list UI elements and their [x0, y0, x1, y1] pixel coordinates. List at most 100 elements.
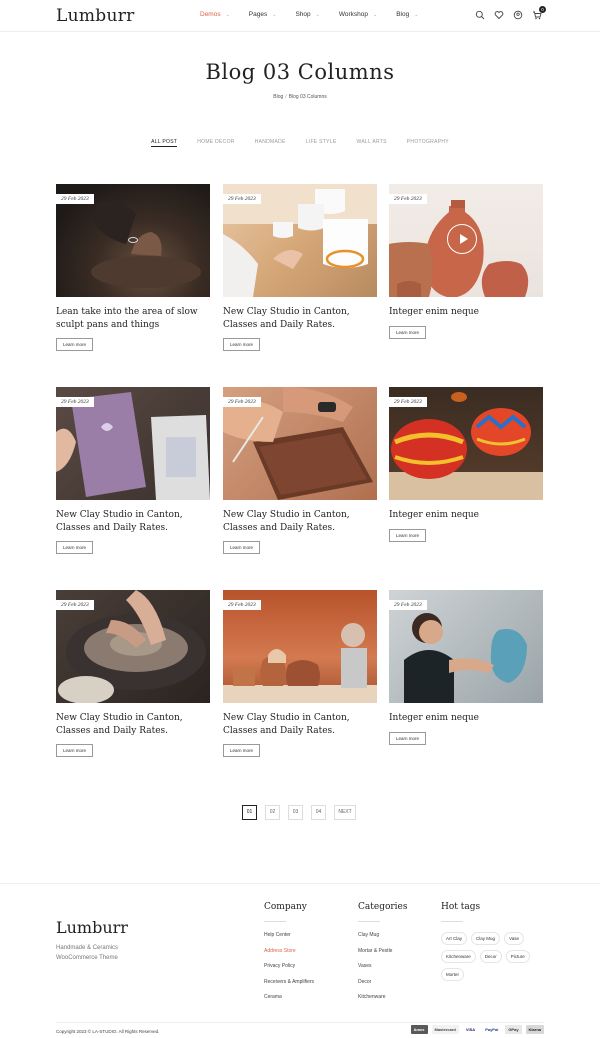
page-title: Blog 03 Columns	[205, 60, 395, 84]
footer-link[interactable]: Receivers & Amplifiers	[264, 979, 314, 995]
tag-chip[interactable]: Kitchenware	[441, 950, 476, 963]
heading-divider	[441, 921, 463, 922]
footer-link[interactable]: Mortar & Pestle	[358, 948, 408, 964]
heading-divider	[358, 921, 380, 922]
footer-link[interactable]: Vases	[358, 963, 408, 979]
learn-more-button[interactable]: Learn more	[56, 744, 94, 757]
page-button[interactable]: 03	[288, 805, 303, 820]
pagination: 01 02 03 04 NEXT	[242, 805, 364, 820]
learn-more-button[interactable]: Learn more	[56, 338, 94, 351]
post-thumbnail[interactable]: 29 Feb 2023	[389, 590, 543, 703]
footer-link[interactable]: Help Center	[264, 932, 314, 948]
post-thumbnail[interactable]: 29 Feb 2023	[56, 387, 210, 500]
footer-link[interactable]: Kitchenware	[358, 994, 408, 1010]
footer-column-heading: Categories	[358, 902, 408, 912]
nav-item-demos[interactable]: Demos ⌄	[200, 11, 230, 18]
paypal-icon: PayPal	[482, 1025, 502, 1034]
footer-hot-tags-column: Hot tags Art Clay Clay Mug Vase Kitchenw…	[441, 902, 541, 986]
page-button[interactable]: 04	[311, 805, 326, 820]
tag-chip[interactable]: Vase	[504, 932, 524, 945]
user-icon[interactable]	[513, 10, 523, 20]
heart-icon[interactable]	[494, 10, 504, 20]
tag-chip[interactable]: Decor	[479, 950, 502, 963]
post-thumbnail[interactable]: 29 Feb 2023	[223, 387, 377, 500]
play-icon[interactable]	[447, 224, 477, 254]
next-page-button[interactable]: NEXT	[334, 805, 356, 820]
post-title[interactable]: New Clay Studio in Canton, Classes and D…	[223, 306, 377, 331]
post-date: 29 Feb 2023	[223, 600, 261, 610]
tag-chip[interactable]: Morter	[441, 968, 465, 981]
nav-item-shop[interactable]: Shop ⌄	[295, 11, 319, 18]
footer-column-heading: Company	[264, 902, 307, 912]
blog-post-card: 29 Feb 2023 Integer enim neque Learn mor…	[389, 590, 543, 745]
learn-more-button[interactable]: Learn more	[56, 541, 94, 554]
post-thumbnail[interactable]: 29 Feb 2023	[56, 590, 210, 703]
post-thumbnail[interactable]: 29 Feb 2023	[223, 184, 377, 297]
footer-link[interactable]: Cerama	[264, 994, 314, 1010]
search-icon[interactable]	[475, 10, 485, 20]
copyright-text: Copyright 2023 © LA-STUDIO. All Rights R…	[56, 1029, 160, 1034]
post-date: 29 Feb 2023	[389, 397, 427, 407]
filter-all-post[interactable]: ALL POST	[151, 139, 178, 147]
post-title[interactable]: New Clay Studio in Canton, Classes and D…	[56, 712, 210, 737]
filter-wall-arts[interactable]: WALL ARTS	[356, 139, 386, 147]
filter-photography[interactable]: PHOTOGRAPHY	[407, 139, 449, 147]
nav-item-blog[interactable]: Blog ⌄	[396, 11, 418, 18]
footer-logo[interactable]: Lumburr	[56, 918, 128, 937]
main-nav: Demos ⌄ Pages ⌄ Shop ⌄ Workshop ⌄ Blog ⌄	[200, 11, 437, 18]
payment-methods: Amex Mastercard VISA PayPal GPay Klarna	[407, 1025, 544, 1034]
post-thumbnail[interactable]: 29 Feb 2023	[389, 387, 543, 500]
tag-chip[interactable]: Art Clay	[441, 932, 468, 945]
post-title[interactable]: Integer enim neque	[389, 712, 543, 725]
footer-divider	[56, 1022, 544, 1023]
header-actions: 0	[466, 6, 546, 20]
breadcrumb-separator: /	[285, 94, 287, 100]
blog-post-card: 29 Feb 2023 New Clay Studio in Canton, C…	[56, 590, 210, 757]
blog-post-card: 29 Feb 2023 New Clay Studio in Canton, C…	[223, 387, 377, 554]
post-title[interactable]: Integer enim neque	[389, 509, 543, 522]
breadcrumb-parent[interactable]: Blog	[273, 94, 283, 100]
tag-chip[interactable]: Clay Mug	[471, 932, 501, 945]
nav-label: Blog	[396, 11, 410, 18]
post-date: 29 Feb 2023	[389, 194, 427, 204]
nav-label: Shop	[295, 11, 311, 18]
filter-home-decor[interactable]: HOME DECOR	[197, 139, 234, 147]
mastercard-icon: Mastercard	[431, 1025, 459, 1034]
chevron-down-icon: ⌄	[315, 11, 320, 18]
footer-link[interactable]: Decor	[358, 979, 408, 995]
nav-item-pages[interactable]: Pages ⌄	[249, 11, 277, 18]
learn-more-button[interactable]: Learn more	[223, 541, 261, 554]
tag-chip[interactable]: Picture	[505, 950, 530, 963]
post-thumbnail[interactable]: 29 Feb 2023	[389, 184, 543, 297]
learn-more-button[interactable]: Learn more	[223, 338, 261, 351]
visa-icon: VISA	[462, 1025, 479, 1034]
post-date: 29 Feb 2023	[56, 600, 94, 610]
post-title[interactable]: New Clay Studio in Canton, Classes and D…	[223, 712, 377, 737]
post-title[interactable]: Integer enim neque	[389, 306, 543, 319]
chevron-down-icon: ⌄	[414, 11, 419, 18]
filter-life-style[interactable]: LIFE STYLE	[306, 139, 337, 147]
nav-label: Demos	[200, 11, 221, 18]
nav-item-workshop[interactable]: Workshop ⌄	[339, 11, 377, 18]
footer-link[interactable]: Privacy Policy	[264, 963, 314, 979]
breadcrumb: Blog / Blog 03 Columns	[0, 94, 600, 100]
filter-handmade[interactable]: HANDMADE	[255, 139, 286, 147]
site-logo[interactable]: Lumburr	[56, 6, 135, 26]
learn-more-button[interactable]: Learn more	[389, 325, 427, 339]
learn-more-button[interactable]: Learn more	[389, 731, 427, 745]
footer-link[interactable]: Address Store	[264, 948, 314, 964]
post-title[interactable]: New Clay Studio in Canton, Classes and D…	[56, 509, 210, 534]
footer-link[interactable]: Clay Mug	[358, 932, 408, 948]
footer-categories-column: Categories Clay Mug Mortar & Pestle Vase…	[358, 902, 408, 1010]
post-thumbnail[interactable]: 29 Feb 2023	[223, 590, 377, 703]
post-title[interactable]: New Clay Studio in Canton, Classes and D…	[223, 509, 377, 534]
page-button[interactable]: 02	[265, 805, 280, 820]
post-thumbnail[interactable]: 29 Feb 2023	[56, 184, 210, 297]
learn-more-button[interactable]: Learn more	[223, 744, 261, 757]
cart-icon[interactable]: 0	[532, 6, 546, 20]
learn-more-button[interactable]: Learn more	[389, 528, 427, 542]
page-button[interactable]: 01	[242, 805, 257, 820]
blog-post-card: 29 Feb 2023 Integer enim neque Learn mor…	[389, 184, 543, 339]
post-title[interactable]: Lean take into the area of slow sculpt p…	[56, 306, 210, 331]
amex-icon: Amex	[410, 1025, 428, 1034]
